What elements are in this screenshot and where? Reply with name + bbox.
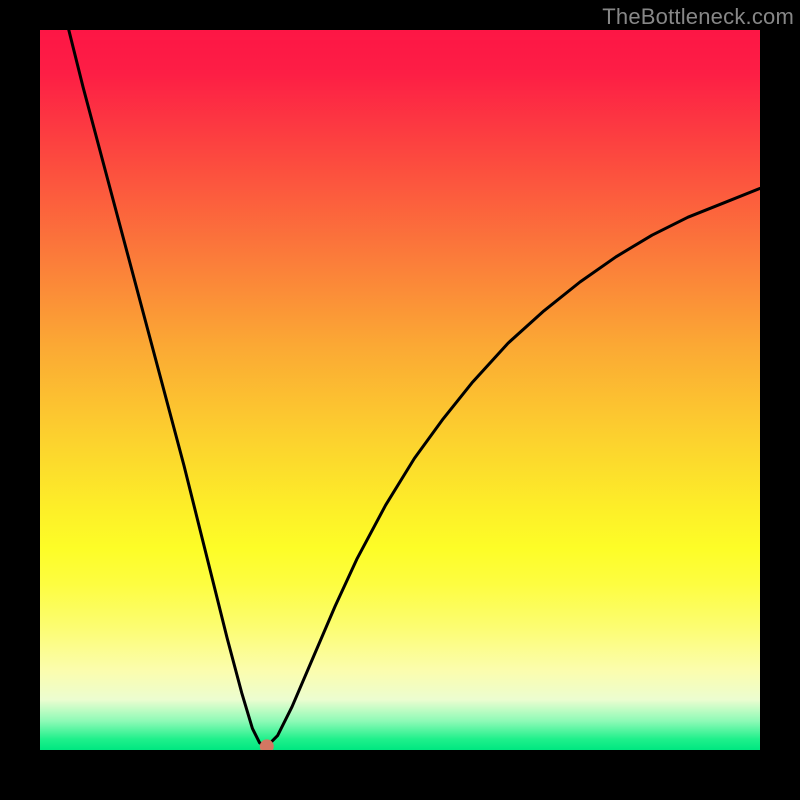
curve-svg [40,30,760,750]
plot-area [40,30,760,750]
bottleneck-curve [69,30,760,746]
chart-frame: TheBottleneck.com [0,0,800,800]
watermark-text: TheBottleneck.com [602,4,794,30]
